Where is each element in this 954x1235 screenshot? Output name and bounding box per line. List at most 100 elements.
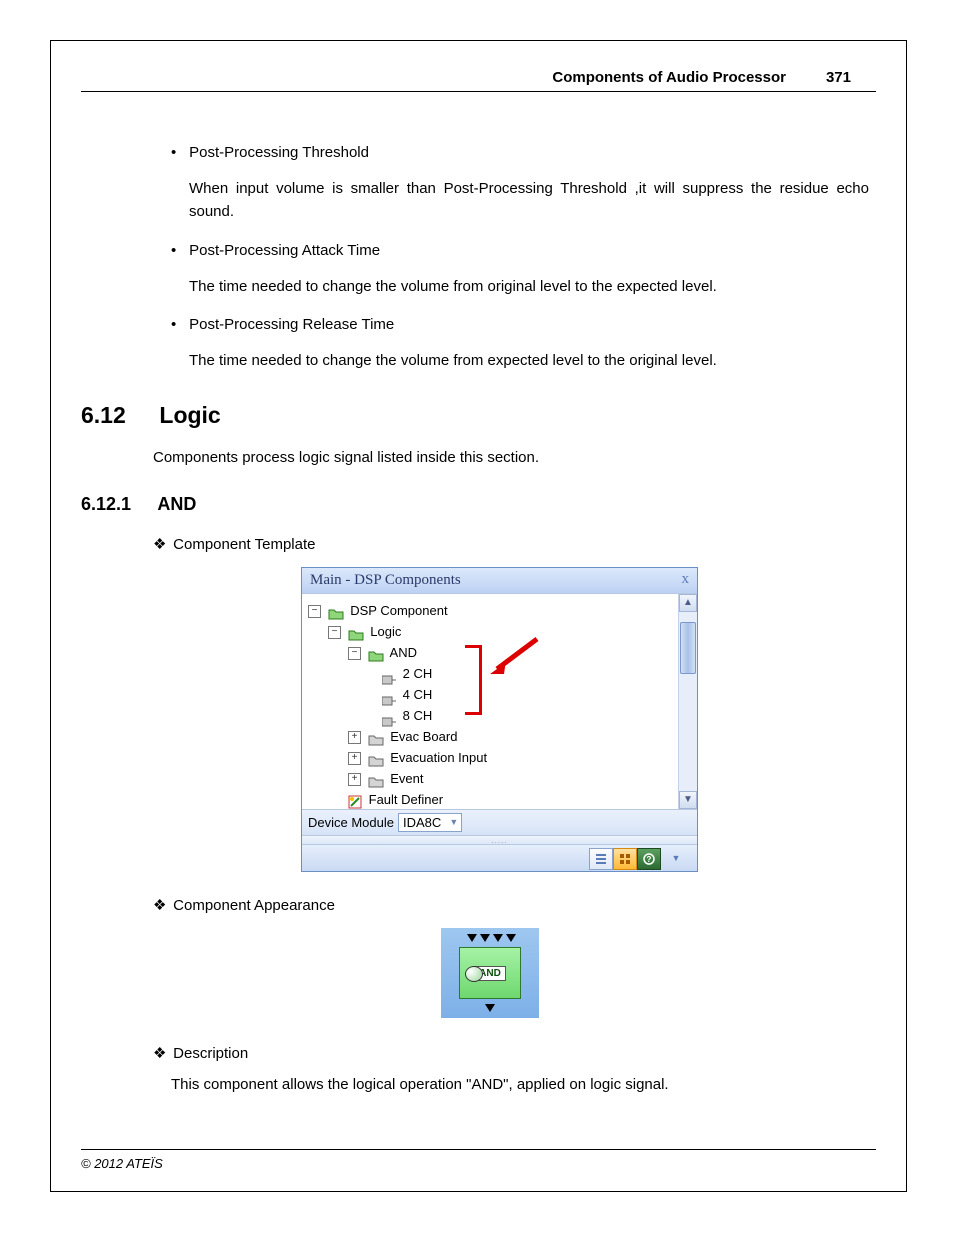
footer-copyright: © 2012 ATEÏS	[81, 1149, 876, 1171]
scroll-track[interactable]	[679, 612, 697, 791]
dsp-components-panel: Main - DSP Components x − DSP Component …	[301, 567, 698, 872]
tree-label: 4 CH	[403, 687, 433, 702]
tree-node-event[interactable]: + Event	[308, 768, 487, 789]
tree-node-root[interactable]: − DSP Component	[308, 600, 487, 621]
tree-label: Event	[390, 771, 423, 786]
section-title: Logic	[159, 402, 220, 428]
bullet-icon: •	[171, 316, 185, 333]
tree-label: 8 CH	[403, 708, 433, 723]
tree-label: 2 CH	[403, 666, 433, 681]
folder-icon	[368, 731, 384, 744]
header-page-number: 371	[826, 69, 851, 86]
description-label: ❖ Description	[153, 1044, 876, 1062]
scroll-up-button[interactable]: ▲	[679, 594, 697, 612]
bullet-title: Post-Processing Threshold	[189, 144, 869, 161]
subsection-number: 6.12.1	[81, 494, 153, 515]
gate-icon	[465, 966, 483, 982]
view-help-button[interactable]: ?	[637, 848, 661, 870]
port-icon	[493, 934, 503, 942]
tree-view: − DSP Component − Logic − AND	[302, 593, 697, 809]
tree-label: Logic	[370, 624, 401, 639]
red-arrow-icon	[482, 634, 542, 684]
folder-open-icon	[328, 605, 344, 618]
tree-node-evac-board[interactable]: + Evac Board	[308, 726, 487, 747]
input-ports	[467, 934, 516, 942]
scroll-thumb[interactable]	[680, 622, 696, 674]
diamond-icon: ❖	[153, 535, 169, 553]
collapse-icon[interactable]: −	[348, 647, 361, 660]
channel-icon	[382, 670, 396, 680]
view-more-button[interactable]: ▼	[667, 848, 685, 868]
tree-label: AND	[390, 645, 417, 660]
panel-title-text: Main - DSP Components	[310, 572, 461, 588]
collapse-icon[interactable]: −	[308, 605, 321, 618]
port-icon	[467, 934, 477, 942]
bullet-description: When input volume is smaller than Post-P…	[189, 177, 869, 224]
expand-icon[interactable]: +	[348, 752, 361, 765]
bullet-item: • Post-Processing Release Time	[171, 316, 876, 333]
and-component-block: 1 2 3 4 AND	[441, 928, 539, 1018]
document-page: Components of Audio Processor 371 • Post…	[50, 40, 907, 1192]
port-icon	[480, 934, 490, 942]
section-heading: 6.12 Logic	[81, 402, 876, 429]
close-icon[interactable]: x	[682, 571, 690, 588]
header-rule	[81, 91, 876, 92]
vertical-scrollbar[interactable]: ▲ ▼	[678, 594, 697, 809]
panel-statusbar: ? ▼	[302, 844, 697, 871]
device-module-row: Device Module IDA8C ▼	[302, 809, 697, 835]
tree-node-4ch[interactable]: 4 CH	[308, 684, 487, 705]
bullet-icon: •	[171, 242, 185, 259]
bullet-item: • Post-Processing Attack Time	[171, 242, 876, 259]
chevron-down-icon: ▼	[449, 817, 458, 827]
and-gate-body: AND	[459, 947, 521, 999]
subsection-title: AND	[157, 494, 196, 514]
expand-icon[interactable]: +	[348, 731, 361, 744]
label-text: Description	[173, 1045, 248, 1062]
expand-icon[interactable]: +	[348, 773, 361, 786]
bullet-title: Post-Processing Release Time	[189, 316, 869, 333]
resize-grip[interactable]: .....	[302, 835, 697, 844]
bullet-description: The time needed to change the volume fro…	[189, 349, 869, 372]
tree-node-8ch[interactable]: 8 CH	[308, 705, 487, 726]
diamond-icon: ❖	[153, 1044, 169, 1062]
channel-icon	[382, 712, 396, 722]
port-icon	[485, 1004, 495, 1012]
description-body: This component allows the logical operat…	[171, 1076, 876, 1093]
chevron-down-icon: ▼	[672, 853, 681, 863]
scroll-down-button[interactable]: ▼	[679, 791, 697, 809]
bullet-description: The time needed to change the volume fro…	[189, 275, 869, 298]
bullet-icon: •	[171, 144, 185, 161]
header-title: Components of Audio Processor	[552, 69, 786, 86]
tree-node-and[interactable]: − AND	[308, 642, 487, 663]
folder-open-icon	[368, 647, 384, 660]
bullet-item: • Post-Processing Threshold	[171, 144, 876, 161]
tree-label: Evacuation Input	[390, 750, 487, 765]
component-appearance-figure: 1 2 3 4 AND	[441, 928, 539, 1018]
component-template-label: ❖ Component Template	[153, 535, 876, 553]
fault-icon	[348, 794, 362, 808]
content-area: • Post-Processing Threshold When input v…	[81, 126, 876, 1093]
view-icons-button[interactable]	[613, 848, 637, 870]
channel-icon	[382, 691, 396, 701]
device-module-label: Device Module	[308, 815, 394, 830]
port-icon	[506, 934, 516, 942]
panel-titlebar[interactable]: Main - DSP Components x	[302, 568, 697, 593]
folder-icon	[368, 752, 384, 765]
tree-node-2ch[interactable]: 2 CH	[308, 663, 487, 684]
tree-node-logic[interactable]: − Logic	[308, 621, 487, 642]
tree-label: Evac Board	[390, 729, 457, 744]
tree-node-fault-definer[interactable]: Fault Definer	[308, 789, 487, 809]
tree-label: Fault Definer	[369, 792, 443, 807]
folder-icon	[368, 773, 384, 786]
tree-node-evac-input[interactable]: + Evacuation Input	[308, 747, 487, 768]
subsection-heading: 6.12.1 AND	[81, 494, 876, 515]
output-port	[485, 1004, 495, 1012]
bullet-title: Post-Processing Attack Time	[189, 242, 869, 259]
collapse-icon[interactable]: −	[328, 626, 341, 639]
folder-open-icon	[348, 626, 364, 639]
section-number: 6.12	[81, 402, 153, 429]
diamond-icon: ❖	[153, 896, 169, 914]
device-module-dropdown[interactable]: IDA8C ▼	[398, 813, 462, 832]
section-description: Components process logic signal listed i…	[153, 449, 876, 466]
view-list-button[interactable]	[589, 848, 613, 870]
